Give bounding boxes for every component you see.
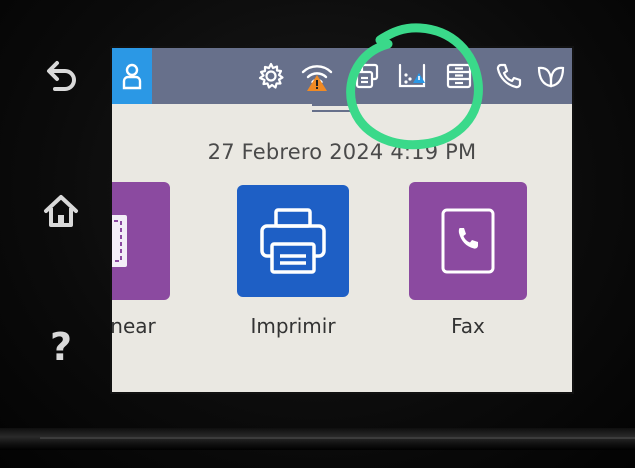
device-bottom-edge bbox=[0, 428, 635, 450]
back-button[interactable] bbox=[34, 50, 88, 104]
status-bar bbox=[112, 48, 572, 104]
fax-status-button[interactable] bbox=[492, 60, 526, 92]
ink-status-button[interactable] bbox=[396, 60, 430, 92]
touch-screen: 27 Febrero 2024 4:19 PM near Imprimir Fa… bbox=[112, 48, 572, 392]
wifi-warning-icon bbox=[301, 65, 333, 91]
scan-tile[interactable] bbox=[112, 182, 170, 300]
print-tile[interactable] bbox=[237, 185, 349, 297]
fax-tile-label: Fax bbox=[451, 314, 485, 338]
printer-icon bbox=[260, 208, 326, 274]
eco-settings-button[interactable] bbox=[534, 60, 568, 92]
home-button[interactable] bbox=[34, 184, 88, 238]
wireless-status-button[interactable] bbox=[300, 60, 334, 92]
settings-button[interactable] bbox=[254, 60, 288, 92]
device-trim-line bbox=[40, 437, 635, 439]
tray-icon bbox=[446, 63, 472, 89]
home-icon bbox=[44, 195, 78, 227]
help-button[interactable]: ? bbox=[34, 320, 88, 374]
scan-tile-label: near bbox=[112, 314, 156, 338]
back-arrow-icon bbox=[47, 61, 76, 91]
date-time-display: 27 Febrero 2024 4:19 PM bbox=[207, 140, 477, 164]
scan-icon bbox=[112, 215, 127, 267]
status-drawer-handle[interactable] bbox=[312, 104, 350, 112]
copy-icon bbox=[355, 63, 379, 89]
fax-tile[interactable] bbox=[409, 182, 527, 300]
help-icon: ? bbox=[49, 325, 73, 369]
print-tile-label: Imprimir bbox=[250, 314, 336, 338]
phone-icon bbox=[496, 63, 522, 89]
paper-tray-button[interactable] bbox=[442, 60, 476, 92]
copy-status-button[interactable] bbox=[350, 60, 384, 92]
eco-leaf-icon bbox=[537, 66, 565, 88]
settings-gear-icon bbox=[258, 62, 284, 89]
user-sign-in-button[interactable] bbox=[112, 48, 152, 104]
user-icon bbox=[122, 63, 142, 90]
fax-phone-icon bbox=[441, 208, 495, 274]
ink-level-warning-icon bbox=[398, 63, 426, 88]
